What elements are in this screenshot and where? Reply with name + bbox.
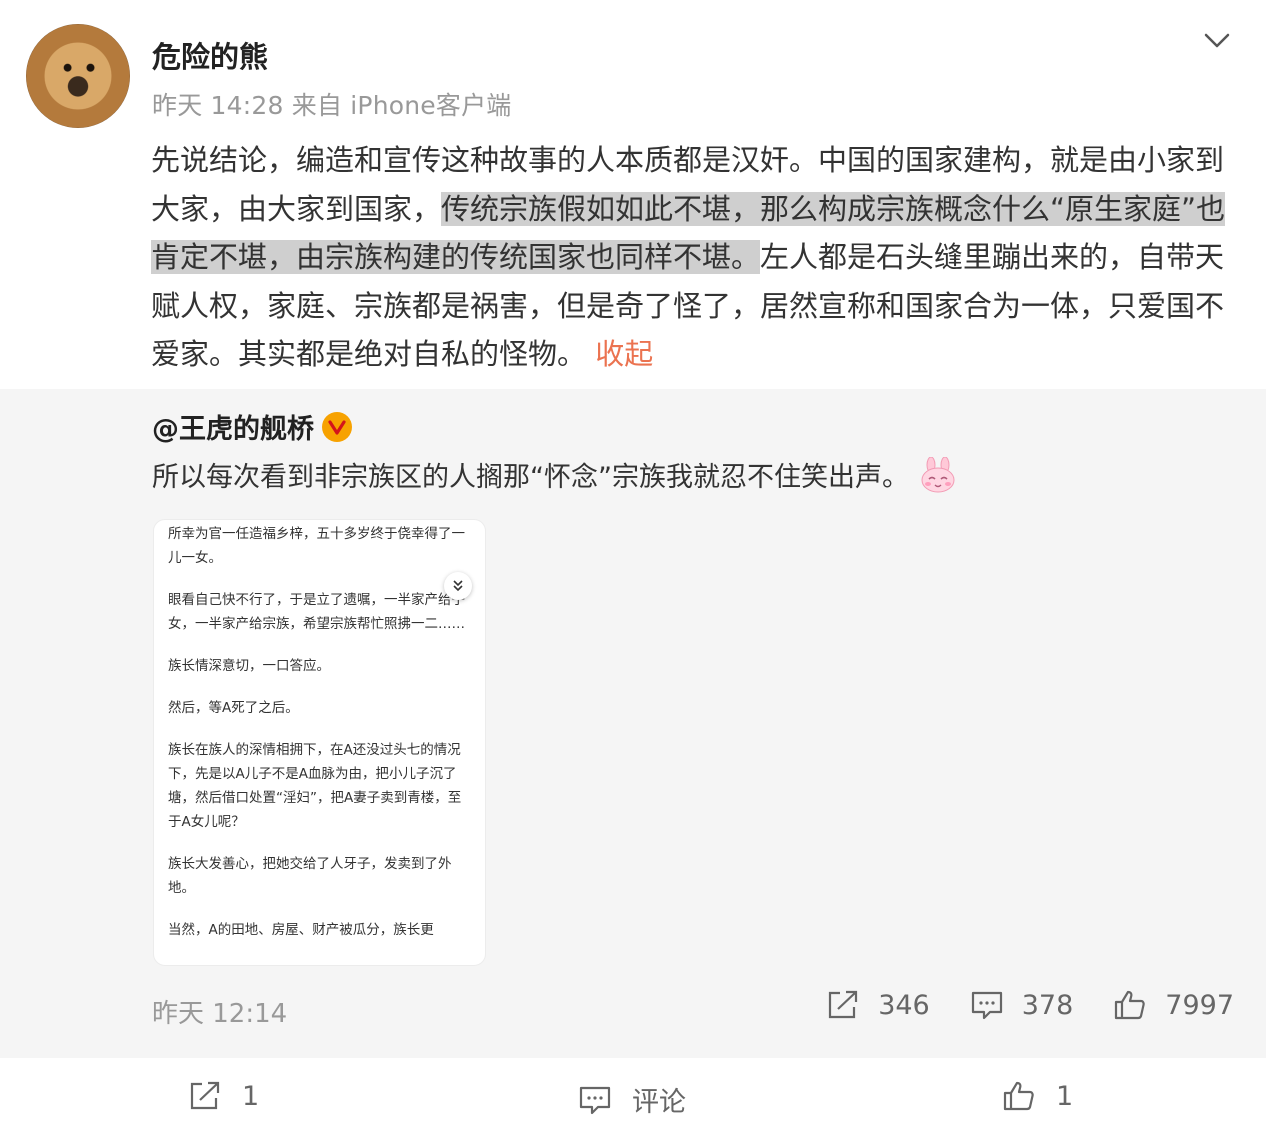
repost-time: 昨天 12:14 [152,999,288,1029]
like-button[interactable]: 1 [1002,1080,1073,1112]
repost-author[interactable]: @王虎的舰桥 [152,407,352,446]
comment-icon [971,991,1002,1020]
repost-like-button[interactable]: 7997 [1113,989,1234,1021]
image-text-line: 眼看自己快不行了，于是立了遗嘱，一半家产给子女，一半家产给宗族，希望宗族帮忙照拂… [168,592,465,632]
image-text-line: 族长情深意切，一口答应。 [168,658,330,674]
post-text: 先说结论，编造和宣传这种故事的人本质都是汉奸。中国的国家建构，就是由小家到大家，… [151,136,1236,379]
repost-stats: 346 378 7997 [826,989,1234,1021]
comment-button[interactable]: 评论 [578,1080,686,1119]
repost-like-count: 7997 [1165,989,1234,1021]
bottom-action-bar: 1 评论 1 [0,1058,1266,1130]
repost-image[interactable]: 所幸为官一任造福乡梓，五十多岁终于侥幸得了一儿一女。 眼看自己快不行了，于是立了… [153,519,486,966]
bunny-emoji-icon [919,456,957,493]
share-icon [190,1081,220,1110]
thumbs-up-icon [1003,1081,1034,1111]
repost-comment-button[interactable]: 378 [970,989,1074,1021]
thumbs-up-icon [1115,990,1145,1020]
share-icon [829,990,858,1019]
expand-icon[interactable] [444,572,472,600]
repost-share-count: 346 [878,989,930,1021]
image-text-line: 然后，等A死了之后。 [168,700,299,716]
author-name[interactable]: 危险的熊 [152,34,268,76]
image-text-line: 当然，A的田地、房屋、财产被瓜分，族长更 [168,922,434,938]
share-count: 1 [242,1080,260,1112]
repost-author-name[interactable]: @王虎的舰桥 [152,407,314,446]
verified-badge-icon [322,411,352,442]
image-text-line: 族长大发善心，把她交给了人牙子，发卖到了外地。 [168,856,452,896]
image-text-line: 族长在族人的深情相拥下，在A还没过头七的情况下，先是以A儿子不是A血脉为由，把小… [168,742,462,830]
post-meta: 昨天 14:28 来自 iPhone客户端 [152,91,512,120]
comment-label: 评论 [632,1087,686,1118]
repost-text-row: 所以每次看到非宗族区的人搁那“怀念”宗族我就忍不住笑出声。 [152,455,957,494]
like-count: 1 [1056,1080,1074,1112]
repost-card[interactable]: @王虎的舰桥 所以每次看到非宗族区的人搁那“怀念”宗族我就忍不住笑出声。 所幸为… [0,389,1266,1058]
avatar[interactable] [26,24,130,128]
comment-icon [579,1086,611,1114]
repost-share-button[interactable]: 346 [826,989,930,1021]
image-text-line: 所幸为官一任造福乡梓，五十多岁终于侥幸得了一儿一女。 [168,526,465,566]
repost-text: 所以每次看到非宗族区的人搁那“怀念”宗族我就忍不住笑出声。 [152,462,909,493]
share-button[interactable]: 1 [188,1080,259,1112]
chevron-down-icon[interactable] [1200,28,1234,54]
collapse-link[interactable]: 收起 [595,337,653,371]
repost-comment-count: 378 [1021,989,1074,1021]
